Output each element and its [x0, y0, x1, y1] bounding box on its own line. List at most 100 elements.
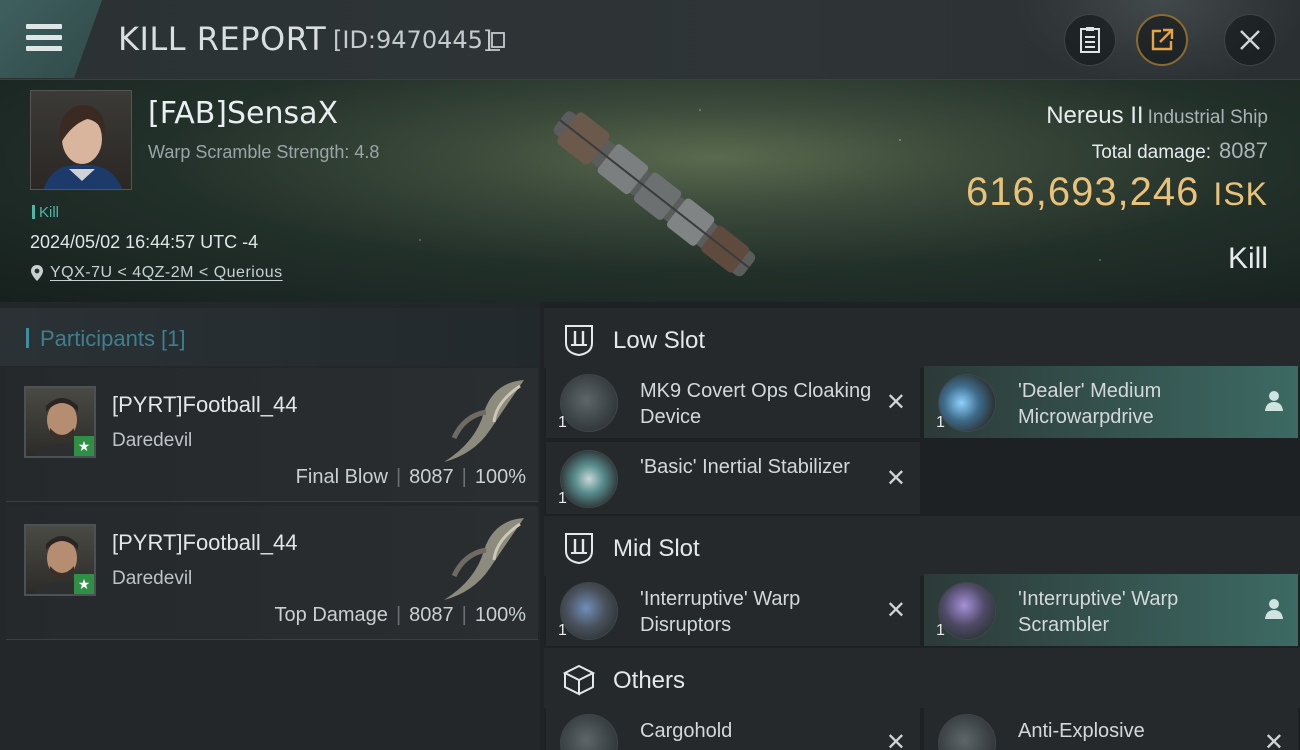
- participant-row[interactable]: ★ [PYRT]Football_44 Daredevil Final Blow…: [6, 368, 538, 502]
- participant-name[interactable]: [PYRT]Football_44: [112, 530, 297, 556]
- participant-name[interactable]: [PYRT]Football_44: [112, 392, 297, 418]
- module-qty: 1: [558, 414, 567, 431]
- clipboard-button[interactable]: [1064, 14, 1116, 66]
- low-slot-icon: [565, 325, 593, 357]
- module-thumbnail: [560, 450, 618, 508]
- kill-datetime: 2024/05/02 16:44:57 UTC -4: [30, 232, 259, 252]
- participant-stats: Top Damage | 8087 | 100%: [274, 604, 526, 626]
- participant-ship: Daredevil: [112, 430, 193, 451]
- victim-ship-image[interactable]: [525, 88, 785, 298]
- module-thumbnail: [938, 374, 996, 432]
- copy-icon[interactable]: [486, 31, 506, 53]
- victim-name[interactable]: [FAB]SensaX: [148, 96, 338, 131]
- clipboard-icon: [1080, 27, 1100, 53]
- module-name: Anti-Explosive: [1018, 720, 1145, 742]
- participant-percent: 100%: [474, 604, 526, 626]
- participant-damage: 8087: [409, 466, 454, 488]
- module-thumbnail: [560, 582, 618, 640]
- participant-role: Final Blow: [295, 466, 388, 488]
- module-name: 'Dealer' Medium Microwarpdrive: [1018, 380, 1162, 428]
- kill-id-label: [ID:9470445]: [333, 26, 493, 54]
- ship-name-label: Nereus II: [1046, 102, 1144, 129]
- menu-button[interactable]: [0, 0, 102, 78]
- close-icon: [1240, 30, 1260, 50]
- participant-ship: Daredevil: [112, 568, 193, 589]
- result-label: Kill: [1227, 242, 1268, 275]
- share-icon: [1151, 28, 1174, 51]
- low-slot-label: Low Slot: [613, 327, 706, 354]
- others-header: Others: [544, 648, 1300, 708]
- mid-slot-label: Mid Slot: [613, 535, 700, 562]
- low-slot-header: Low Slot: [544, 308, 1300, 368]
- participant-avatar[interactable]: ★: [24, 524, 96, 596]
- victim-portrait[interactable]: [30, 90, 132, 190]
- module-name: 'Interruptive' Warp Disruptors: [640, 588, 801, 636]
- module-item[interactable]: 1 'Interruptive' Warp Scrambler: [924, 574, 1298, 646]
- kill-report-window: KILL REPORT [ID:9470445] [FAB]SensaX War…: [0, 0, 1300, 750]
- module-qty: 1: [936, 414, 945, 431]
- module-item[interactable]: 1 'Dealer' Medium Microwarpdrive: [924, 366, 1298, 438]
- participant-role: Top Damage: [274, 604, 388, 626]
- page-title: KILL REPORT: [118, 20, 327, 58]
- isk-value: 616,693,246 ISK: [966, 170, 1268, 215]
- total-damage-label: Total damage:: [1091, 142, 1212, 163]
- mid-slot-icon: [565, 533, 593, 565]
- participant-ship-image[interactable]: [424, 510, 534, 610]
- victim-summary: [FAB]SensaX Warp Scramble Strength: 4.8 …: [0, 80, 1300, 302]
- module-item[interactable]: 1 'Basic' Inertial Stabilizer ✕: [546, 442, 920, 514]
- destroyed-icon: ✕: [885, 597, 906, 624]
- kill-location[interactable]: YQX-7U < 4QZ-2M < Querious: [30, 264, 283, 282]
- dropped-person-icon: [1265, 391, 1283, 411]
- destroyed-icon: ✕: [885, 389, 906, 416]
- participant-damage: 8087: [409, 604, 454, 626]
- mid-slot-header: Mid Slot: [544, 516, 1300, 576]
- participants-panel: Participants [1] ★ [PYRT]Football_44 Dar…: [0, 302, 540, 750]
- participant-avatar[interactable]: ★: [24, 386, 96, 458]
- isk-amount: 616,693,246: [965, 170, 1200, 214]
- total-damage-value: 8087: [1219, 138, 1268, 163]
- destroyed-icon: ✕: [885, 465, 906, 492]
- participant-stats: Final Blow | 8087 | 100%: [295, 466, 526, 488]
- location-link[interactable]: YQX-7U < 4QZ-2M < Querious: [50, 264, 283, 282]
- module-name: 'Interruptive' Warp Scrambler: [1018, 588, 1179, 636]
- kill-tag: Kill: [32, 204, 59, 221]
- destroyed-icon: ✕: [1263, 729, 1284, 750]
- module-qty: 1: [558, 622, 567, 639]
- module-name: MK9 Covert Ops Cloaking Device: [640, 380, 872, 428]
- module-qty: 1: [936, 622, 945, 639]
- hamburger-menu-icon[interactable]: [26, 24, 62, 52]
- module-thumbnail: [560, 374, 618, 432]
- participant-row[interactable]: ★ [PYRT]Football_44 Daredevil Top Damage…: [6, 506, 538, 640]
- isk-unit: ISK: [1213, 176, 1268, 212]
- share-button[interactable]: [1136, 14, 1188, 66]
- module-name: 'Basic' Inertial Stabilizer: [640, 456, 850, 478]
- close-button[interactable]: [1224, 14, 1276, 66]
- dropped-person-icon: [1265, 599, 1283, 619]
- corp-star-icon: ★: [74, 574, 94, 594]
- module-item[interactable]: 1 MK9 Covert Ops Cloaking Device ✕: [546, 366, 920, 438]
- participant-percent: 100%: [474, 466, 526, 488]
- module-name: Cargohold: [640, 720, 733, 742]
- warp-scramble-strength: Warp Scramble Strength: 4.8: [148, 142, 380, 162]
- module-thumbnail: [938, 714, 996, 750]
- module-item[interactable]: 1 'Interruptive' Warp Disruptors ✕: [546, 574, 920, 646]
- module-thumbnail: [560, 714, 618, 750]
- total-damage: Total damage: 8087: [1092, 138, 1268, 164]
- module-thumbnail: [938, 582, 996, 640]
- cargo-box-icon: [562, 664, 596, 696]
- victim-ship-name[interactable]: Nereus II Industrial Ship: [1046, 102, 1268, 130]
- location-pin-icon: [31, 265, 43, 281]
- participants-header[interactable]: Participants [1]: [0, 308, 540, 366]
- module-item[interactable]: Anti-Explosive ✕: [924, 706, 1298, 750]
- kill-tag-label: Kill: [39, 204, 60, 221]
- corp-star-icon: ★: [74, 436, 94, 456]
- module-qty: 1: [558, 490, 567, 507]
- participant-ship-image[interactable]: [424, 372, 534, 472]
- fitting-panel: Low Slot 1 MK9 Covert Ops Cloaking Devic…: [544, 302, 1300, 750]
- ship-class-label: Industrial Ship: [1147, 107, 1268, 128]
- others-label: Others: [613, 667, 686, 694]
- header-bar: KILL REPORT [ID:9470445]: [0, 0, 1300, 90]
- module-item[interactable]: Cargohold ✕: [546, 706, 920, 750]
- participants-title: Participants [1]: [40, 326, 186, 351]
- destroyed-icon: ✕: [885, 729, 906, 750]
